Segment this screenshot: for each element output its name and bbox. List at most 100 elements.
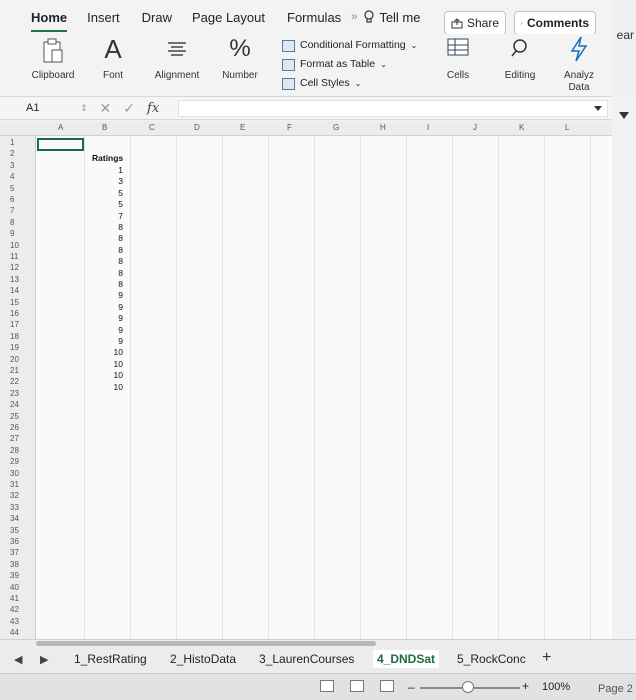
more-tabs-chevron[interactable]: » [351,11,357,23]
rating-cell[interactable]: 8 [88,245,123,255]
tab-insert[interactable]: Insert [87,10,120,25]
cancel-icon[interactable]: ✕ [100,100,112,117]
column-header-g[interactable]: G [333,123,339,132]
row-header[interactable]: 42 [10,605,34,614]
row-header[interactable]: 33 [10,503,34,512]
rating-cell[interactable]: 9 [88,336,123,346]
tell-me-box[interactable]: Tell me [363,10,421,25]
rating-cell[interactable]: 8 [88,233,123,243]
share-button[interactable]: Share [444,11,507,35]
row-header[interactable]: 34 [10,514,34,523]
row-header[interactable]: 13 [10,275,34,284]
conditional-formatting-button[interactable]: Conditional Formatting ⌄ [282,36,417,55]
zoom-level[interactable]: 100% [542,681,570,693]
tab-page-layout[interactable]: Page Layout [192,10,265,25]
rating-cell[interactable]: 8 [88,256,123,266]
row-header[interactable]: 1 [10,138,34,147]
row-header[interactable]: 16 [10,309,34,318]
tab-formulas[interactable]: Formulas [287,10,341,25]
number-group[interactable]: % Number [218,34,262,96]
row-header[interactable]: 2 [10,149,34,158]
row-header[interactable]: 27 [10,434,34,443]
rating-cell[interactable]: 5 [88,188,123,198]
add-sheet-button[interactable]: + [542,649,551,667]
horizontal-scrollbar[interactable] [36,641,376,646]
updown-icon[interactable]: ⇕ [80,103,88,114]
row-header[interactable]: 41 [10,594,34,603]
column-header-e[interactable]: E [240,123,245,132]
row-header[interactable]: 26 [10,423,34,432]
clipboard-group[interactable]: Clipboard [26,34,80,96]
row-header[interactable]: 20 [10,355,34,364]
row-header[interactable]: 32 [10,491,34,500]
row-header[interactable]: 43 [10,617,34,626]
column-header-h[interactable]: H [380,123,386,132]
row-header[interactable]: 8 [10,218,34,227]
row-header[interactable]: 3 [10,161,34,170]
page-break-view-icon[interactable] [380,680,394,692]
check-icon[interactable]: ✓ [123,100,135,117]
page-layout-view-icon[interactable] [350,680,364,692]
row-header[interactable]: 36 [10,537,34,546]
rating-cell[interactable]: 9 [88,313,123,323]
tab-home[interactable]: Home [31,10,68,32]
row-header[interactable]: 11 [10,252,34,261]
row-header[interactable]: 7 [10,206,34,215]
row-header[interactable]: 10 [10,241,34,250]
next-sheet-icon[interactable]: ▶ [40,653,48,666]
row-header[interactable]: 38 [10,560,34,569]
row-header[interactable]: 18 [10,332,34,341]
row-header[interactable]: 44 [10,628,34,637]
editing-group[interactable]: Editing [498,34,542,96]
row-header[interactable]: 5 [10,184,34,193]
row-header[interactable]: 28 [10,446,34,455]
rating-cell[interactable]: 8 [88,279,123,289]
font-group[interactable]: A Font [92,34,134,96]
row-header[interactable]: 14 [10,286,34,295]
column-header-l[interactable]: L [565,123,569,132]
row-header[interactable]: 17 [10,320,34,329]
tab-draw[interactable]: Draw [142,10,172,25]
row-header[interactable]: 25 [10,412,34,421]
rating-cell[interactable]: 8 [88,222,123,232]
column-header-f[interactable]: F [287,123,292,132]
row-header[interactable]: 6 [10,195,34,204]
name-box[interactable]: A1 [26,102,39,114]
sheet-tab-1[interactable]: 1_RestRating [74,652,147,666]
row-header[interactable]: 37 [10,548,34,557]
column-header-k[interactable]: K [519,123,524,132]
prev-sheet-icon[interactable]: ◀ [14,653,22,666]
sheet-tab-2[interactable]: 2_HistoData [170,652,236,666]
row-header[interactable]: 4 [10,172,34,181]
row-header[interactable]: 29 [10,457,34,466]
row-header[interactable]: 9 [10,229,34,238]
row-header[interactable]: 35 [10,526,34,535]
fx-icon[interactable]: fx [147,101,159,116]
sheet-tab-5[interactable]: 5_RockConc [457,652,527,666]
row-header[interactable]: 21 [10,366,34,375]
row-header[interactable]: 22 [10,377,34,386]
column-header-c[interactable]: C [149,123,155,132]
column-header-j[interactable]: J [473,123,477,132]
column-header-a[interactable]: A [58,123,63,132]
zoom-out-icon[interactable]: – [408,680,415,694]
rating-cell[interactable]: 8 [88,268,123,278]
vertical-scrollbar[interactable] [612,96,636,641]
analyze-data-group[interactable]: Analyz Data [558,34,600,96]
row-header[interactable]: 24 [10,400,34,409]
comments-button[interactable]: Comments [514,11,596,35]
zoom-in-icon[interactable]: + [522,679,529,693]
rating-cell[interactable]: 1 [88,165,123,175]
rating-cell[interactable]: 9 [88,302,123,312]
formula-input[interactable] [178,100,608,117]
normal-view-icon[interactable] [320,680,334,692]
rating-cell[interactable]: 10 [88,370,123,380]
selected-cell-a1[interactable] [37,138,84,151]
zoom-slider-handle[interactable] [462,681,474,693]
column-header-d[interactable]: D [194,123,200,132]
row-header[interactable]: 23 [10,389,34,398]
row-header[interactable]: 30 [10,469,34,478]
rating-cell[interactable]: 5 [88,199,123,209]
chevron-down-icon[interactable] [594,106,602,111]
row-header[interactable]: 39 [10,571,34,580]
